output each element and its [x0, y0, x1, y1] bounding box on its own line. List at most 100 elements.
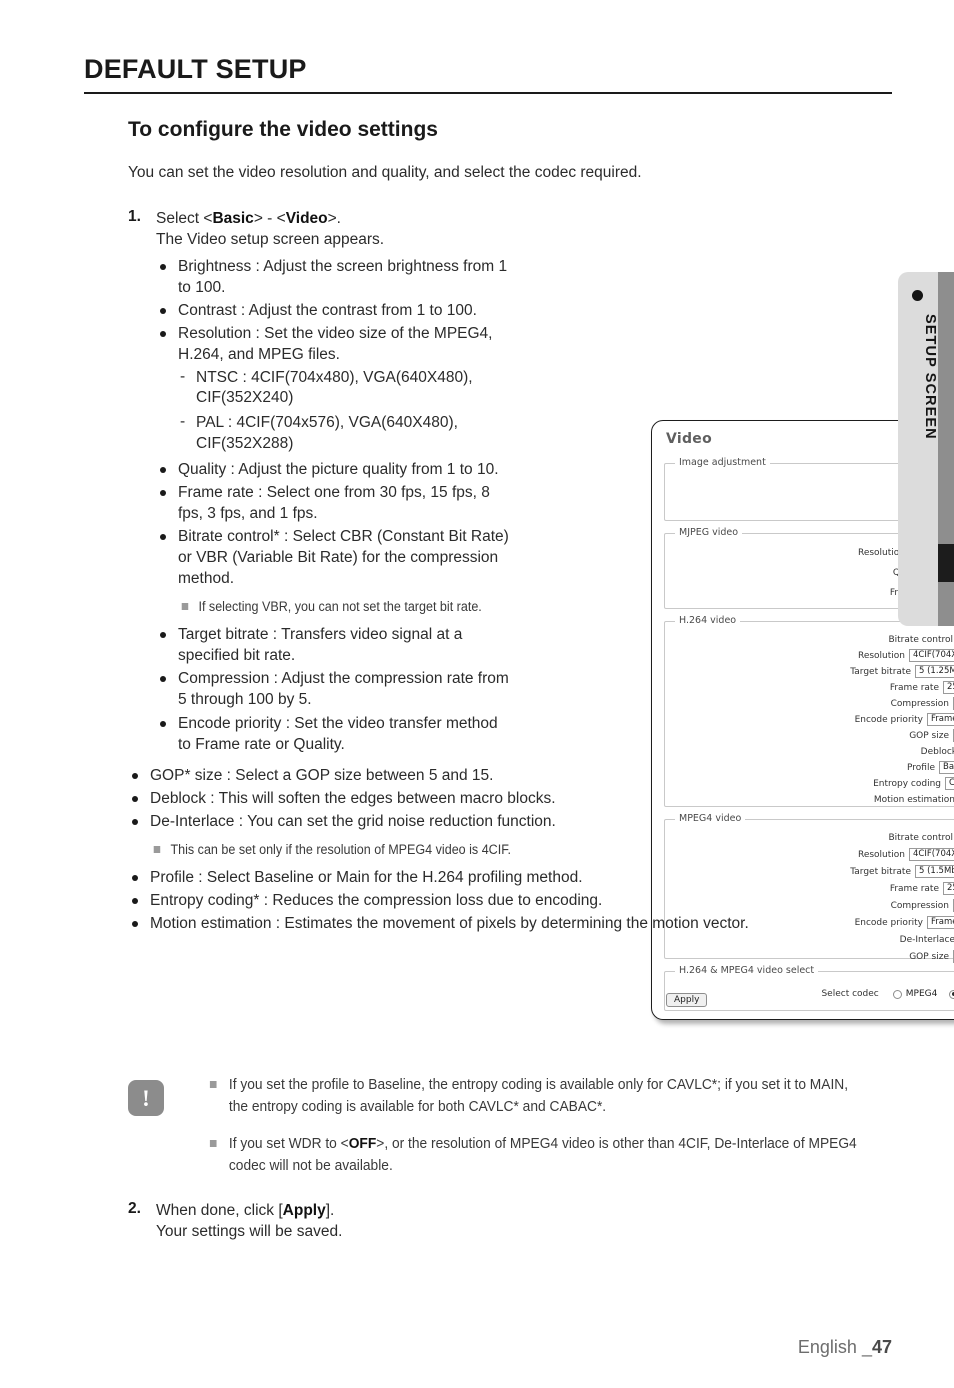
legend-mjpeg-video: MJPEG video — [675, 527, 743, 538]
vbr-note: If selecting VBR, you can not set the ta… — [178, 597, 513, 616]
apply-button[interactable]: Apply — [666, 993, 708, 1007]
list-item: De-Interlace : You can set the grid nois… — [128, 811, 898, 859]
h264-resolution-select[interactable]: 4CIF(704X576) — [909, 649, 954, 662]
step-2-number: 2. — [128, 1200, 141, 1217]
select-value: 5 (1.5Mbps) — [919, 866, 954, 876]
section-intro: You can set the video resolution and qua… — [128, 164, 642, 181]
field-label: Bitrate control — [888, 832, 953, 843]
list-item: Quality : Adjust the picture quality fro… — [156, 459, 513, 480]
note-item: If you set WDR to <OFF>, or the resoluti… — [208, 1133, 864, 1178]
legend-image-adjustment: Image adjustment — [675, 457, 770, 468]
field-label: Resolution — [857, 650, 905, 661]
list-item: Brightness : Adjust the screen brightnes… — [156, 256, 513, 298]
list-item: NTSC : 4CIF(704x480), VGA(640X480), CIF(… — [178, 367, 513, 410]
note-item: If you set the profile to Baseline, the … — [208, 1074, 864, 1119]
list-item: Compression : Adjust the compression rat… — [156, 668, 513, 710]
h264-profile-select[interactable]: Baseline — [939, 761, 954, 774]
side-tab-label: SETUP SCREEN — [922, 314, 938, 440]
legend-h264-video: H.264 video — [675, 615, 741, 626]
field-h264-compression: Compression 40 — [665, 696, 954, 711]
step-1-number: 1. — [128, 208, 141, 225]
field-select-codec: Select codec MPEG4 H.264 — [665, 986, 954, 1002]
field-mpeg4-gop-size: GOP size 15 — [665, 949, 954, 964]
h264-entropy-coding-select[interactable]: CAVLC — [945, 777, 954, 790]
field-label: Bitrate control — [888, 634, 953, 645]
step-1-line-2: The Video setup screen appears. — [156, 231, 385, 249]
radio-circle-icon — [892, 989, 902, 999]
mpeg4-target-bitrate-select[interactable]: 5 (1.5Mbps) — [915, 865, 954, 878]
select-value: 25 fps — [947, 682, 954, 692]
step-1-pre: Select < — [156, 210, 213, 227]
h264-target-bitrate-select[interactable]: 5 (1.25Mbps) — [915, 665, 954, 678]
caution-body: If you set the profile to Baseline, the … — [208, 1074, 898, 1178]
page-title: DEFAULT SETUP — [84, 54, 307, 84]
step-2-line-2: Your settings will be saved. — [156, 1223, 343, 1241]
step-1-post: >. — [327, 210, 341, 227]
note-pre: If you set WDR to < — [228, 1135, 349, 1152]
mpeg4-resolution-select[interactable]: 4CIF(704X576) — [909, 848, 954, 861]
step-2-wrapper: 2. When done, click [Apply]. Your settin… — [128, 1200, 628, 1242]
radio-label: MPEG4 — [905, 989, 938, 999]
step-2-bold-apply: Apply — [282, 1202, 326, 1219]
list-item: GOP* size : Select a GOP size between 5 … — [128, 765, 898, 786]
select-value: 25 fps — [947, 883, 954, 893]
field-label: Compression — [890, 698, 949, 709]
list-item: Resolution : Set the video size of the M… — [156, 323, 513, 454]
field-label: Frame rate — [889, 682, 939, 693]
list-item: Bitrate control* : Select CBR (Constant … — [156, 526, 513, 616]
select-value: Frame rate — [931, 917, 954, 927]
field-h264-gop-size: GOP size 15 — [665, 728, 954, 743]
radio-mpeg4[interactable]: MPEG4 — [892, 989, 946, 999]
field-h264-bitrate-control: Bitrate control CBR — [665, 632, 954, 647]
side-tab-strip-active — [938, 544, 954, 582]
select-value: 4CIF(704X576) — [913, 650, 954, 660]
field-label: GOP size — [909, 951, 949, 962]
note-item: If selecting VBR, you can not set the ta… — [178, 597, 490, 616]
list-item-text: Resolution : Set the video size of the M… — [178, 325, 493, 364]
steps-column: 1. Select <Basic> - <Video>. The Video s… — [128, 208, 513, 755]
section-heading: To configure the video settings — [128, 118, 438, 141]
field-h264-deblock: Deblock On — [665, 744, 954, 759]
list-item: Deblock : This will soften the edges bet… — [128, 788, 898, 809]
bullet-dot-icon — [912, 290, 923, 301]
field-label: Encode priority — [854, 714, 923, 725]
list-item: Motion estimation : Estimates the moveme… — [128, 913, 898, 934]
list-item: Frame rate : Select one from 30 fps, 15 … — [156, 482, 513, 524]
field-label: De-Interlace — [899, 934, 954, 945]
select-value: 4CIF(704X576) — [913, 849, 954, 859]
feature-bullet-list-narrow: Brightness : Adjust the screen brightnes… — [156, 256, 513, 755]
radio-h264[interactable]: H.264 — [949, 989, 954, 999]
de-interlace-note: This can be set only if the resolution o… — [150, 840, 898, 859]
h264-encode-priority-select[interactable]: Frame rate — [927, 713, 954, 726]
field-h264-resolution: Resolution 4CIF(704X576) — [665, 648, 954, 663]
step-1: 1. Select <Basic> - <Video>. The Video s… — [128, 208, 513, 755]
fieldset-codec-select: H.264 & MPEG4 video select Select codec … — [664, 965, 954, 1011]
list-item: Contrast : Adjust the contrast from 1 to… — [156, 300, 513, 321]
caution-list: If you set the profile to Baseline, the … — [208, 1074, 898, 1178]
field-h264-encode-priority: Encode priority Frame rate — [665, 712, 954, 727]
field-h264-frame-rate: Frame rate 25 fps — [665, 680, 954, 695]
mpeg4-encode-priority-select[interactable]: Frame rate — [927, 916, 954, 929]
list-item: Entropy coding* : Reduces the compressio… — [128, 890, 898, 911]
step-2-pre: When done, click [ — [156, 1202, 283, 1219]
list-item: PAL : 4CIF(704x576), VGA(640X480), CIF(3… — [178, 412, 513, 455]
step-1-bold-video: Video — [285, 210, 328, 227]
page-number: 47 — [871, 1337, 892, 1357]
feature-bullet-list-wide-1: GOP* size : Select a GOP size between 5 … — [128, 765, 898, 859]
step-1-mid: > - < — [253, 210, 286, 227]
screenshot-title: Video — [666, 431, 713, 447]
select-value: 5 (1.25Mbps) — [919, 666, 954, 676]
radio-circle-icon — [949, 989, 954, 999]
caution-note: ! If you set the profile to Baseline, th… — [128, 1074, 898, 1192]
footer: English _47 — [798, 1337, 892, 1358]
mpeg4-frame-rate-select[interactable]: 25 fps — [943, 882, 954, 895]
step-2-post: ]. — [325, 1202, 335, 1219]
field-h264-target-bitrate: Target bitrate 5 (1.25Mbps) — [665, 664, 954, 679]
exclamation-icon: ! — [128, 1080, 164, 1116]
footer-language: English _ — [797, 1337, 872, 1357]
main-content: To configure the video settings You can … — [128, 118, 954, 1020]
list-item-text: De-Interlace : You can set the grid nois… — [150, 812, 556, 830]
h264-frame-rate-select[interactable]: 25 fps — [943, 681, 954, 694]
list-item: Encode priority : Set the video transfer… — [156, 713, 513, 755]
note-bold-off: OFF — [348, 1135, 377, 1152]
